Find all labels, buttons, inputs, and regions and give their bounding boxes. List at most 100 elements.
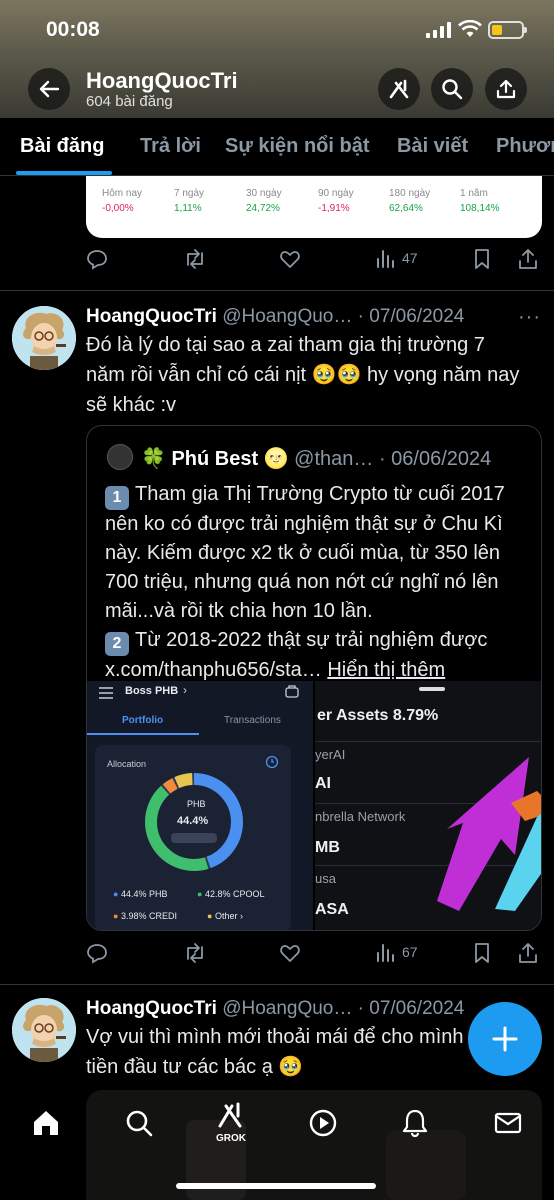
home-indicator bbox=[176, 1183, 376, 1189]
heart-icon bbox=[280, 945, 300, 962]
donut-center-percent: 44.4% bbox=[177, 815, 209, 827]
post-actions: 67 bbox=[86, 942, 542, 972]
asset-symbol: AI bbox=[315, 775, 331, 792]
grok-label: GROK bbox=[216, 1133, 246, 1144]
signal-icon bbox=[426, 22, 451, 38]
legend-item: ● 44.4% PHB bbox=[113, 889, 168, 899]
post-text: Đó là lý do tại sao a zai tham gia thị t… bbox=[86, 334, 520, 416]
views-button[interactable]: 47 bbox=[376, 248, 418, 268]
stat-item: 180 ngày 62,64% bbox=[389, 188, 431, 214]
battery-icon bbox=[488, 21, 527, 39]
stat-item: 90 ngày -1,91% bbox=[318, 188, 354, 214]
tab-posts[interactable]: Bài đăng bbox=[20, 135, 104, 158]
nav-notifications[interactable] bbox=[400, 1108, 430, 1143]
nav-messages[interactable] bbox=[493, 1108, 523, 1143]
handle-and-date: @HoangQuo… · 07/06/2024 bbox=[222, 998, 465, 1019]
like-button[interactable] bbox=[279, 248, 301, 270]
author-name[interactable]: HoangQuocTri bbox=[86, 306, 217, 327]
assets-heading: er Assets 8.79% bbox=[317, 707, 439, 724]
asset-symbol: ASA bbox=[315, 901, 349, 918]
more-options-button[interactable]: ··· bbox=[518, 306, 541, 329]
nav-grok[interactable]: GROK bbox=[214, 1102, 248, 1144]
clock-icon bbox=[265, 755, 279, 769]
repost-button[interactable] bbox=[183, 248, 207, 270]
quoted-post-text: 1 Tham gia Thị Trường Crypto từ cuối 2017… bbox=[105, 483, 505, 681]
quoted-link[interactable]: x.com/thanphu656/sta… bbox=[105, 659, 322, 681]
portfolio-screenshot-image[interactable]: Boss PHB › Portfolio Transactions Alloca… bbox=[87, 681, 313, 930]
asset-symbol: MB bbox=[315, 839, 340, 856]
quoted-author-name: 🍀 Phú Best 🌝 bbox=[141, 448, 289, 470]
share-icon bbox=[519, 943, 537, 963]
assets-screenshot-image[interactable]: er Assets 8.79% yerAI AI nbrella Network… bbox=[315, 681, 541, 930]
tab-media[interactable]: Phươn bbox=[496, 135, 554, 158]
legend-item: ● 3.98% CREDI bbox=[113, 911, 177, 921]
show-more-link[interactable]: Hiển thị thêm bbox=[327, 659, 445, 681]
menu-icon bbox=[99, 687, 113, 699]
stat-item: 7 ngày 1,11% bbox=[174, 188, 205, 214]
back-button[interactable] bbox=[28, 68, 70, 110]
bookmark-button[interactable] bbox=[472, 248, 492, 270]
tab-replies[interactable]: Trả lời bbox=[140, 135, 201, 158]
cartoon-avatar-image bbox=[12, 306, 76, 370]
post-actions: 47 bbox=[86, 248, 542, 278]
performance-card[interactable]: Hôm nay -0,00% 7 ngày 1,11% 30 ngày 24,72% … bbox=[86, 176, 542, 238]
share-post-button[interactable] bbox=[518, 942, 538, 964]
post-text: Vợ vui thì mình mới thoải mái để cho mìn… bbox=[86, 1026, 464, 1078]
status-bar: 00:08 bbox=[0, 14, 554, 44]
compose-button[interactable] bbox=[468, 1002, 542, 1076]
sheet-handle bbox=[419, 687, 445, 691]
repost-icon bbox=[187, 943, 203, 963]
tab-highlights[interactable]: Sự kiện nổi bật bbox=[225, 135, 370, 158]
reply-icon bbox=[87, 250, 107, 270]
asset-name: nbrella Network bbox=[315, 809, 406, 824]
share-button[interactable] bbox=[485, 68, 527, 110]
reply-button[interactable] bbox=[86, 248, 108, 270]
bookmark-icon bbox=[475, 249, 489, 269]
quoted-post[interactable]: 🍀 Phú Best 🌝 @than… · 06/06/2024 1 Tham g… bbox=[86, 425, 542, 931]
allocation-label: Allocation bbox=[107, 759, 147, 769]
nav-home[interactable] bbox=[31, 1108, 61, 1143]
search-icon bbox=[126, 1110, 153, 1137]
bar-chart-icon bbox=[377, 250, 394, 268]
like-button[interactable] bbox=[279, 942, 301, 964]
bookmark-icon bbox=[475, 943, 489, 963]
portfolio-tab-indicator bbox=[87, 733, 199, 735]
stat-item: Hôm nay -0,00% bbox=[102, 188, 143, 214]
search-icon bbox=[442, 79, 463, 100]
nav-video[interactable] bbox=[308, 1108, 338, 1143]
bar-chart-icon bbox=[377, 944, 394, 962]
tab-transactions: Transactions bbox=[224, 715, 281, 726]
reply-icon bbox=[87, 944, 107, 964]
avatar bbox=[107, 444, 133, 470]
grok-button[interactable] bbox=[378, 68, 420, 110]
profile-name: HoangQuocTri bbox=[86, 68, 238, 93]
repost-icon bbox=[187, 249, 203, 269]
views-count: 67 bbox=[402, 944, 418, 960]
share-icon bbox=[519, 249, 537, 269]
arrow-left-icon bbox=[39, 80, 60, 98]
views-button[interactable]: 67 bbox=[376, 942, 418, 962]
nav-search[interactable] bbox=[124, 1108, 154, 1143]
legend-item: ● 42.8% CPOOL bbox=[197, 889, 265, 899]
bell-icon bbox=[402, 1109, 428, 1138]
reply-button[interactable] bbox=[86, 942, 108, 964]
mail-icon bbox=[494, 1112, 522, 1134]
repost-button[interactable] bbox=[183, 942, 207, 964]
share-post-button[interactable] bbox=[518, 248, 538, 270]
post-divider bbox=[0, 984, 554, 985]
bookmark-button[interactable] bbox=[472, 942, 492, 964]
active-tab-indicator bbox=[16, 171, 112, 175]
heart-icon bbox=[280, 251, 300, 268]
tab-articles[interactable]: Bài viết bbox=[397, 135, 468, 158]
keycap-number-2: 2 bbox=[105, 632, 129, 656]
search-button[interactable] bbox=[431, 68, 473, 110]
asset-name: yerAI bbox=[315, 747, 346, 762]
legend-item: ● Other › bbox=[207, 911, 243, 921]
cartoon-avatar-image bbox=[12, 998, 76, 1062]
avatar[interactable] bbox=[12, 306, 76, 370]
author-name[interactable]: HoangQuocTri bbox=[86, 998, 217, 1019]
avatar[interactable] bbox=[12, 998, 76, 1062]
plus-icon bbox=[492, 1026, 518, 1052]
chevron-right-icon: › bbox=[183, 683, 187, 697]
play-circle-icon bbox=[309, 1109, 337, 1137]
